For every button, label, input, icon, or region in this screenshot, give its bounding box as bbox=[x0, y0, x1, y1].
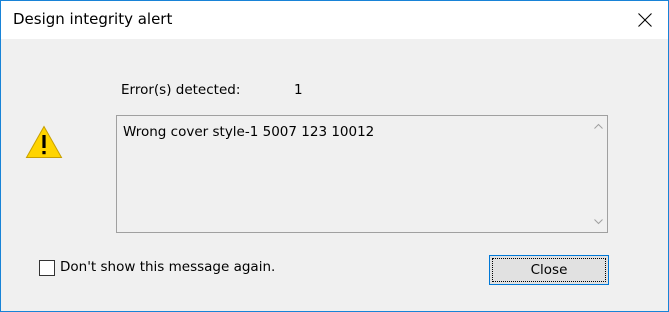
scroll-up-button[interactable] bbox=[590, 118, 607, 135]
close-icon bbox=[638, 13, 652, 27]
scroll-down-button[interactable] bbox=[590, 213, 607, 230]
vertical-scrollbar[interactable] bbox=[590, 116, 607, 232]
window-title: Design integrity alert bbox=[13, 10, 173, 28]
chevron-up-icon bbox=[594, 123, 603, 129]
chevron-down-icon bbox=[594, 219, 603, 225]
dont-show-again-label[interactable]: Don't show this message again. bbox=[60, 259, 275, 275]
message-text: Wrong cover style-1 5007 123 10012 bbox=[123, 124, 375, 140]
window-close-button[interactable] bbox=[622, 1, 668, 39]
title-bar: Design integrity alert bbox=[1, 1, 668, 39]
dont-show-again-checkbox[interactable] bbox=[39, 260, 55, 276]
errors-detected-label: Error(s) detected: bbox=[121, 82, 241, 98]
warning-icon bbox=[25, 125, 63, 158]
message-textbox[interactable]: Wrong cover style-1 5007 123 10012 bbox=[116, 115, 608, 233]
alert-dialog: Design integrity alert Error(s) detected… bbox=[0, 0, 669, 312]
errors-detected-row: Error(s) detected: 1 bbox=[121, 82, 303, 98]
close-button[interactable]: Close bbox=[489, 255, 609, 285]
errors-detected-count: 1 bbox=[294, 82, 303, 98]
